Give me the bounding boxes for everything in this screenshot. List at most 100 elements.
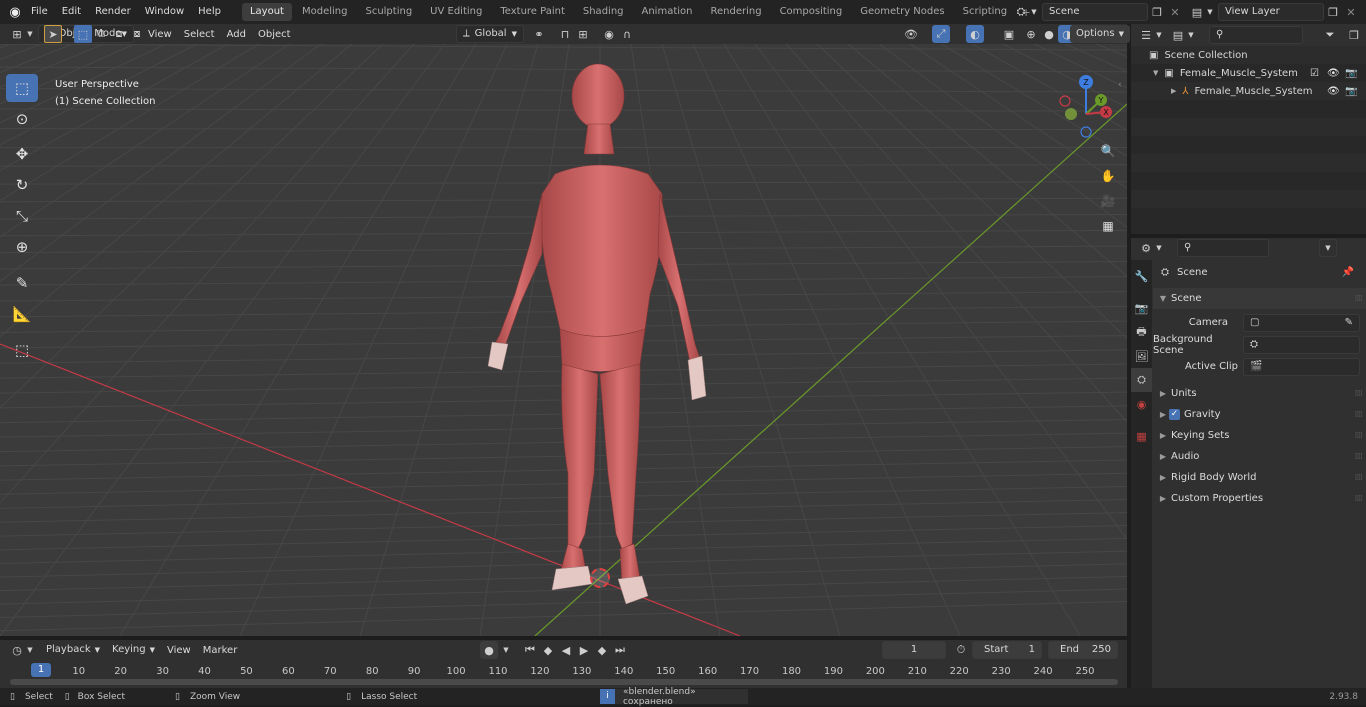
tool-rotate[interactable]: ↻ (6, 171, 38, 199)
outliner-row-scene-collection[interactable]: ▣ Scene Collection (1131, 46, 1366, 64)
active-clip-field[interactable]: 🎬 (1243, 358, 1360, 376)
editor-type-icon[interactable]: ⊞ (8, 25, 26, 43)
tool-transform[interactable]: ⊕ (6, 233, 38, 261)
select-subtract-icon[interactable]: ⧈ (110, 25, 128, 43)
expand-arrow-icon[interactable]: ▶ (1171, 87, 1176, 95)
outliner-row-collection[interactable]: ▼ ▣ Female_Muscle_System ☑ 👁 📷 (1131, 64, 1366, 82)
3d-viewport[interactable]: User Perspective (1) Scene Collection ⬚ … (0, 44, 1127, 636)
drag-handle-icon[interactable]: ⁞⁞⁞⁞ (1355, 410, 1362, 420)
select-new-icon[interactable]: ⬚ (74, 25, 92, 43)
tab-output-icon[interactable]: 🖶 (1131, 320, 1152, 344)
properties-search-input[interactable]: ⚲ (1177, 239, 1269, 257)
tab-tool-icon[interactable]: 🔧 (1131, 264, 1152, 288)
tool-select-icon[interactable]: ➤ (44, 25, 62, 43)
menu-edit[interactable]: Edit (55, 0, 88, 24)
falloff-icon[interactable]: ∩ (618, 25, 636, 43)
tool-measure[interactable]: 📐 (6, 300, 38, 328)
view-layer-field[interactable]: View Layer (1218, 3, 1324, 21)
eyedropper-icon[interactable]: ✎ (1345, 315, 1353, 331)
tab-render-icon[interactable]: 📷 (1131, 296, 1152, 320)
tab-compositing[interactable]: Compositing (772, 3, 851, 21)
filter-icon[interactable]: ⏷ (1321, 26, 1339, 44)
expand-arrow-icon[interactable]: ▼ (1153, 69, 1158, 77)
camera-icon[interactable]: 📷 (1345, 68, 1357, 79)
drag-handle-icon[interactable]: ⁞⁞⁞⁞ (1355, 431, 1362, 441)
outliner-row-object[interactable]: ▶ ⅄ Female_Muscle_System 👁 📷 (1131, 82, 1366, 100)
overlay-toggle-icon[interactable]: ◐ (966, 25, 984, 43)
outliner-search-input[interactable]: ⚲ (1209, 26, 1303, 44)
xray-icon[interactable]: ▣ (1000, 25, 1018, 43)
menu-render[interactable]: Render (88, 0, 138, 24)
select-intersect-icon[interactable]: ⧇ (128, 25, 146, 43)
shading-wireframe-icon[interactable]: ⊕ (1022, 25, 1040, 43)
tab-shading[interactable]: Shading (575, 3, 632, 21)
options-button[interactable]: Options ▼ (1070, 25, 1130, 43)
duplicate-layer-icon[interactable]: ❐ (1324, 3, 1342, 21)
view-layer-icon[interactable]: ▤ (1188, 3, 1206, 21)
visibility-icon[interactable]: 👁 (902, 25, 920, 43)
drag-handle-icon[interactable]: ⁞⁞⁞⁞ (1355, 389, 1362, 399)
muscle-figure[interactable] (0, 44, 1127, 636)
chevron-down-icon[interactable]: ▼ (1319, 239, 1337, 257)
select-extend-icon[interactable]: ⧉ (92, 25, 110, 43)
gizmo-toggle-icon[interactable]: ⤢ (932, 25, 950, 43)
keying-sets-panel-header[interactable]: ▶ Keying Sets ⁞⁞⁞⁞ (1153, 425, 1366, 446)
menu-help[interactable]: Help (191, 0, 228, 24)
collapse-sidebar-icon[interactable]: ‹ (1118, 80, 1122, 90)
properties-editor-icon[interactable]: ⚙ (1137, 239, 1155, 257)
proportional-edit-icon[interactable]: ◉ (600, 25, 618, 43)
orientation-dropdown[interactable]: ⟂ Global ▼ (456, 25, 524, 43)
camera-view-icon[interactable]: 🎥 (1098, 191, 1118, 211)
scene-name-field[interactable]: Scene (1042, 3, 1148, 21)
tab-animation[interactable]: Animation (634, 3, 701, 21)
drag-handle-icon[interactable]: ⁞⁞⁞⁞ (1355, 294, 1362, 304)
pin-icon[interactable]: 📌 (1342, 267, 1354, 278)
audio-panel-header[interactable]: ▶ Audio ⁞⁞⁞⁞ (1153, 446, 1366, 467)
tab-world-icon[interactable]: ◉ (1131, 392, 1152, 416)
close-icon[interactable]: ✕ (1342, 3, 1360, 21)
background-scene-field[interactable]: ⛭ (1243, 336, 1360, 354)
snap-target-icon[interactable]: ⊞ (574, 25, 592, 43)
viewport-menu-select[interactable]: Select (178, 29, 221, 40)
zoom-icon[interactable]: 🔍 (1098, 141, 1118, 161)
tab-sculpting[interactable]: Sculpting (357, 3, 420, 21)
tab-scripting[interactable]: Scripting (955, 3, 1015, 21)
eye-icon[interactable]: 👁 (1327, 86, 1340, 97)
gravity-checkbox[interactable]: ✓ (1169, 409, 1180, 420)
perspective-toggle-icon[interactable]: ▦ (1098, 216, 1118, 236)
drag-handle-icon[interactable]: ⁞⁞⁞⁞ (1355, 494, 1362, 504)
tool-annotate[interactable]: ✎ (6, 269, 38, 297)
timeline-scrollbar[interactable] (10, 679, 1118, 685)
viewport-menu-add[interactable]: Add (221, 29, 252, 40)
tool-add-cube[interactable]: ⬚ (6, 336, 38, 364)
checkbox-icon[interactable]: ☑ (1310, 68, 1319, 79)
tool-cursor[interactable]: ⊙ (6, 105, 38, 133)
tab-view-layer-icon[interactable]: 🖼 (1131, 344, 1152, 368)
drag-handle-icon[interactable]: ⁞⁞⁞⁞ (1355, 452, 1362, 462)
new-collection-icon[interactable]: ❐ (1345, 26, 1363, 44)
custom-properties-panel-header[interactable]: ▶ Custom Properties ⁞⁞⁞⁞ (1153, 488, 1366, 509)
close-icon[interactable]: ✕ (1166, 3, 1184, 21)
viewport-menu-view[interactable]: View (142, 29, 178, 40)
pivot-point-icon[interactable]: ⚭ (530, 25, 548, 43)
navigation-gizmo[interactable]: Z Y X (1055, 72, 1119, 146)
3d-cursor-icon[interactable] (590, 568, 610, 588)
tab-texture-icon[interactable]: ▦ (1131, 424, 1152, 448)
units-panel-header[interactable]: ▶ Units ⁞⁞⁞⁞ (1153, 383, 1366, 404)
pan-hand-icon[interactable]: ✋ (1098, 166, 1118, 186)
gravity-panel-header[interactable]: ▶ ✓ Gravity ⁞⁞⁞⁞ (1153, 404, 1366, 425)
tab-scene-icon[interactable]: ⛭ (1131, 368, 1152, 392)
tab-modeling[interactable]: Modeling (294, 3, 356, 21)
camera-field[interactable]: ▢ ✎ (1243, 314, 1360, 332)
menu-file[interactable]: File (24, 0, 55, 24)
rigid-body-world-panel-header[interactable]: ▶ Rigid Body World ⁞⁞⁞⁞ (1153, 467, 1366, 488)
menu-window[interactable]: Window (138, 0, 191, 24)
display-mode-icon[interactable]: ▤ (1169, 26, 1187, 44)
tool-select-box[interactable]: ⬚ (6, 74, 38, 102)
scene-panel-header[interactable]: ▼ Scene ⁞⁞⁞⁞ (1153, 288, 1366, 309)
tab-uv-editing[interactable]: UV Editing (422, 3, 490, 21)
tab-texture-paint[interactable]: Texture Paint (492, 3, 573, 21)
snap-icon[interactable]: ⊓ (556, 25, 574, 43)
tool-scale[interactable]: ⤡ (6, 202, 38, 230)
shading-solid-icon[interactable]: ● (1040, 25, 1058, 43)
